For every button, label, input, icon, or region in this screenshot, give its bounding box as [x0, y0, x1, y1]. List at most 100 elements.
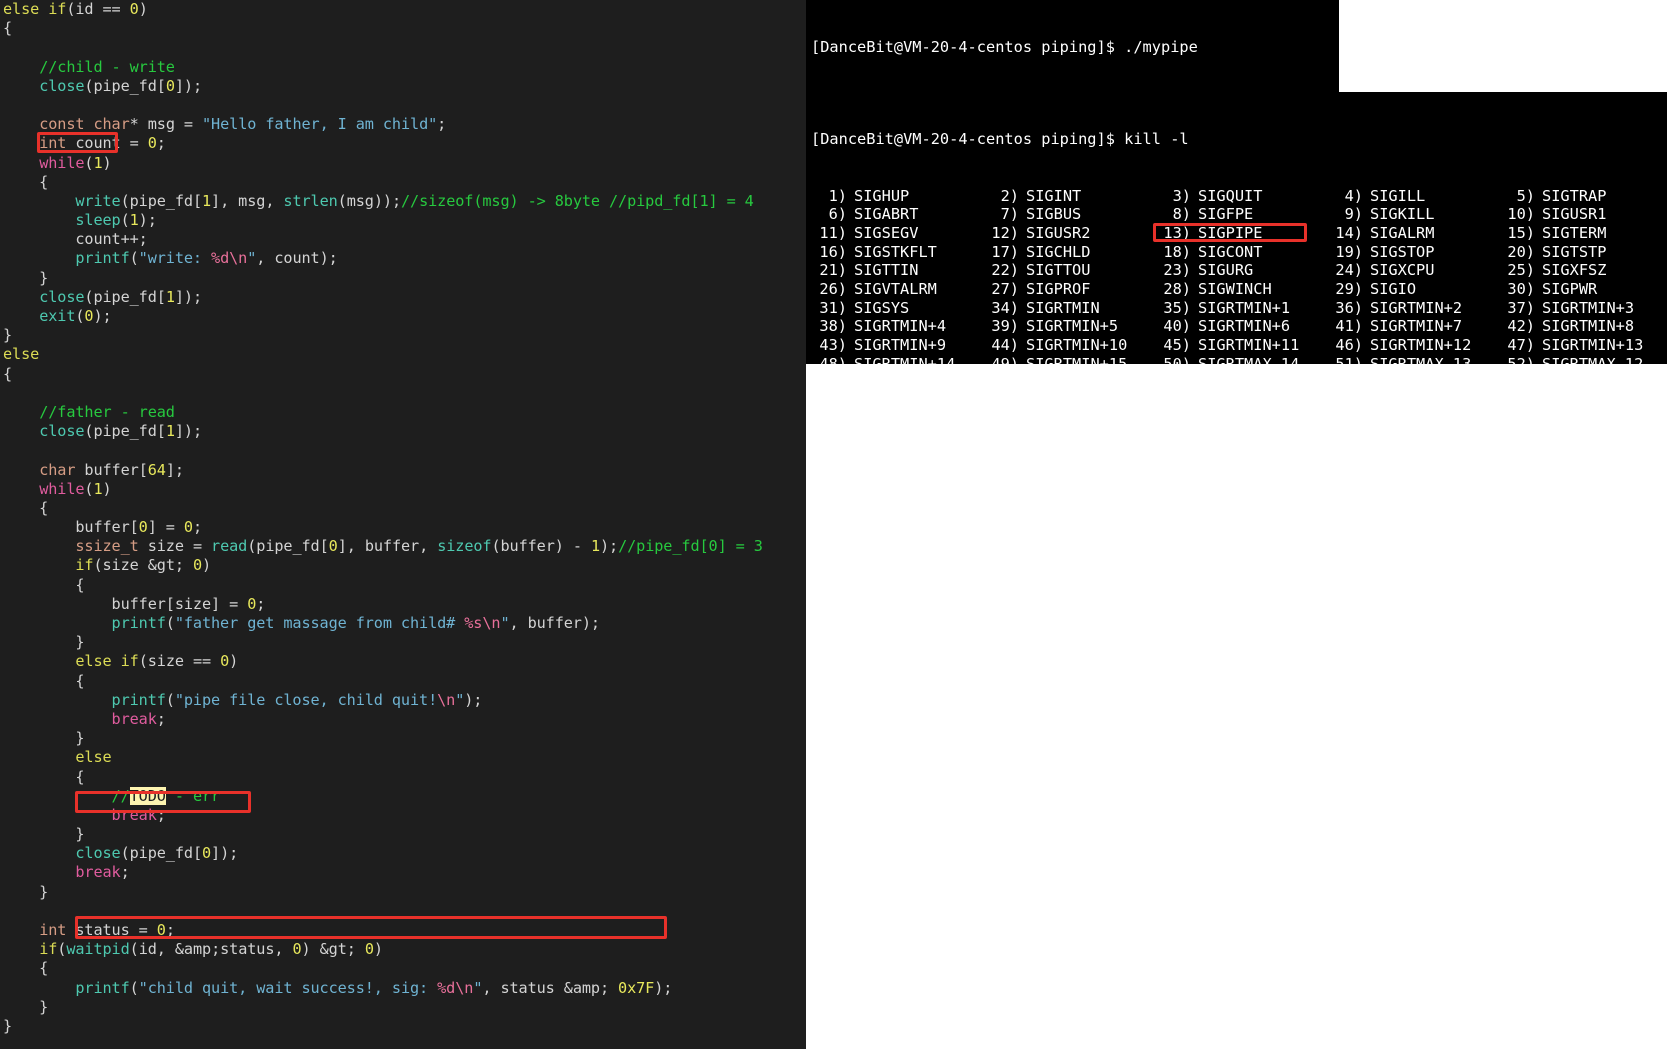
code-line[interactable]: { [0, 672, 763, 691]
signal-entry: 12) SIGUSR2 [991, 223, 1091, 242]
code-line[interactable]: //child - write [0, 58, 763, 77]
code-line[interactable]: break; [0, 863, 763, 882]
signal-row: 38) SIGRTMIN+4 39) SIGRTMIN+5 40) SIGRTMIN+6 4… [811, 317, 1667, 336]
code-line[interactable]: exit(0); [0, 307, 763, 326]
code-line[interactable]: close(pipe_fd[0]); [0, 844, 763, 863]
code-line[interactable]: { [0, 959, 763, 978]
signal-entry: 47) SIGRTMIN+13 [1507, 336, 1644, 354]
terminal-prompt-line: [DanceBit@VM-20-4-centos piping]$ ./mypi… [811, 38, 1339, 56]
code-line[interactable]: if(waitpid(id, &amp;status, 0) &gt; 0) [0, 940, 763, 959]
signal-entry: 39) SIGRTMIN+5 [991, 317, 1119, 336]
terminal-run-output[interactable]: [DanceBit@VM-20-4-centos piping]$ ./mypi… [806, 0, 1339, 92]
signal-entry: 51) SIGRTMAX-13 [1335, 354, 1472, 364]
signal-entry: 41) SIGRTMIN+7 [1335, 317, 1463, 336]
signal-entry: 24) SIGXCPU [1335, 261, 1435, 280]
code-line[interactable]: count++; [0, 230, 763, 249]
signal-entry: 8) SIGFPE [1172, 205, 1254, 224]
code-line[interactable]: sleep(1); [0, 211, 763, 230]
code-content[interactable]: else if(id == 0){ //child - write close(… [0, 0, 763, 1049]
terminal-prompt: [DanceBit@VM-20-4-centos piping]$ [811, 37, 1115, 56]
code-line[interactable] [0, 384, 763, 403]
signal-entry: 46) SIGRTMIN+12 [1335, 336, 1472, 354]
signal-entry: 42) SIGRTMIN+8 [1507, 317, 1635, 336]
signal-entry: 22) SIGTTOU [991, 261, 1091, 280]
code-line[interactable]: close(pipe_fd[1]); [0, 422, 763, 441]
code-line[interactable]: else [0, 748, 763, 767]
code-line[interactable]: if(size &gt; 0) [0, 556, 763, 575]
code-line[interactable]: break; [0, 710, 763, 729]
signal-entry: 29) SIGIO [1335, 279, 1417, 298]
signal-row: 11) SIGSEGV 12) SIGUSR2 13) SIGPIPE 14) SIGALRM… [811, 224, 1667, 243]
code-line[interactable] [0, 96, 763, 115]
code-line[interactable]: } [0, 633, 763, 652]
code-line[interactable]: close(pipe_fd[0]); [0, 77, 763, 96]
signal-entry: 45) SIGRTMIN+11 [1163, 336, 1300, 354]
code-line[interactable]: { [0, 173, 763, 192]
code-line[interactable] [0, 38, 763, 57]
code-line[interactable]: printf("write: %d\n", count); [0, 249, 763, 268]
signal-entry: 9) SIGKILL [1344, 205, 1435, 224]
terminal-signal-list[interactable]: [DanceBit@VM-20-4-centos piping]$ kill -… [806, 92, 1667, 364]
signal-entry: 31) SIGSYS [819, 298, 910, 317]
code-line[interactable]: write(pipe_fd[1], msg, strlen(msg));//si… [0, 192, 763, 211]
code-line[interactable]: } [0, 326, 763, 345]
code-line[interactable] [0, 441, 763, 460]
code-line[interactable]: else if(id == 0) [0, 0, 763, 19]
code-line[interactable] [0, 1036, 763, 1049]
code-line[interactable]: while(1) [0, 480, 763, 499]
code-line[interactable]: printf("father get massage from child# %… [0, 614, 763, 633]
signal-row: 26) SIGVTALRM 27) SIGPROF 28) SIGWINCH 29) SIGI… [811, 280, 1667, 299]
signal-row: 43) SIGRTMIN+9 44) SIGRTMIN+10 45) SIGRTMIN+1… [811, 336, 1667, 355]
code-line[interactable]: close(pipe_fd[1]); [0, 288, 763, 307]
signal-entry: 34) SIGRTMIN [991, 298, 1100, 317]
code-line[interactable]: { [0, 768, 763, 787]
signal-entry: 43) SIGRTMIN+9 [819, 336, 947, 354]
signal-entry: 49) SIGRTMIN+15 [991, 354, 1128, 364]
code-line[interactable]: } [0, 269, 763, 288]
signal-row: 16) SIGSTKFLT 17) SIGCHLD 18) SIGCONT 19) SIGST… [811, 243, 1667, 262]
code-line[interactable]: } [0, 1017, 763, 1036]
signal-entry: 15) SIGTERM [1507, 223, 1607, 242]
signal-entry: 2) SIGINT [1000, 186, 1082, 205]
code-line[interactable]: else [0, 345, 763, 364]
code-line[interactable]: } [0, 729, 763, 748]
code-line[interactable]: char buffer[64]; [0, 461, 763, 480]
code-line[interactable]: int status = 0; [0, 921, 763, 940]
code-line[interactable]: } [0, 825, 763, 844]
code-line[interactable]: //TODO - err [0, 786, 763, 806]
signal-entry: 28) SIGWINCH [1163, 279, 1272, 298]
code-line[interactable]: } [0, 883, 763, 902]
code-line[interactable]: const char* msg = "Hello father, I am ch… [0, 115, 763, 134]
signal-entry: 36) SIGRTMIN+2 [1335, 298, 1463, 317]
code-line[interactable]: buffer[size] = 0; [0, 595, 763, 614]
signal-entry: 26) SIGVTALRM [819, 279, 937, 298]
code-line[interactable]: int count = 0; [0, 134, 763, 153]
signal-entry: 48) SIGRTMIN+14 [819, 354, 956, 364]
code-line[interactable]: ssize_t size = read(pipe_fd[0], buffer, … [0, 537, 763, 556]
signal-entry: 11) SIGSEGV [819, 223, 919, 242]
terminal-prompt-line: [DanceBit@VM-20-4-centos piping]$ kill -… [811, 130, 1667, 149]
code-line[interactable]: else if(size == 0) [0, 652, 763, 671]
code-line[interactable]: } [0, 998, 763, 1017]
code-line[interactable]: //father - read [0, 403, 763, 422]
code-line[interactable]: printf("child quit, wait success!, sig: … [0, 979, 763, 998]
signal-entry: 13) SIGPIPE [1163, 223, 1263, 242]
code-editor-pane[interactable]: else if(id == 0){ //child - write close(… [0, 0, 806, 1049]
signal-row: 6) SIGABRT 7) SIGBUS 8) SIGFPE 9) SIGKILL 10) SIG… [811, 205, 1667, 224]
code-line[interactable]: { [0, 365, 763, 384]
signal-entry: 25) SIGXFSZ [1507, 261, 1607, 280]
signal-entry: 17) SIGCHLD [991, 242, 1091, 261]
code-line[interactable]: { [0, 576, 763, 595]
code-line[interactable]: break; [0, 806, 763, 825]
signal-entry: 21) SIGTTIN [819, 261, 919, 280]
code-line[interactable]: buffer[0] = 0; [0, 518, 763, 537]
code-line[interactable]: printf("pipe file close, child quit!\n")… [0, 691, 763, 710]
code-line[interactable]: while(1) [0, 154, 763, 173]
code-line[interactable]: { [0, 499, 763, 518]
signal-entry: 1) SIGHUP [828, 186, 910, 205]
signal-entry: 38) SIGRTMIN+4 [819, 317, 947, 336]
code-line[interactable] [0, 902, 763, 921]
terminal-command: kill -l [1124, 130, 1189, 149]
signal-entry: 20) SIGTSTP [1507, 242, 1607, 261]
code-line[interactable]: { [0, 19, 763, 38]
